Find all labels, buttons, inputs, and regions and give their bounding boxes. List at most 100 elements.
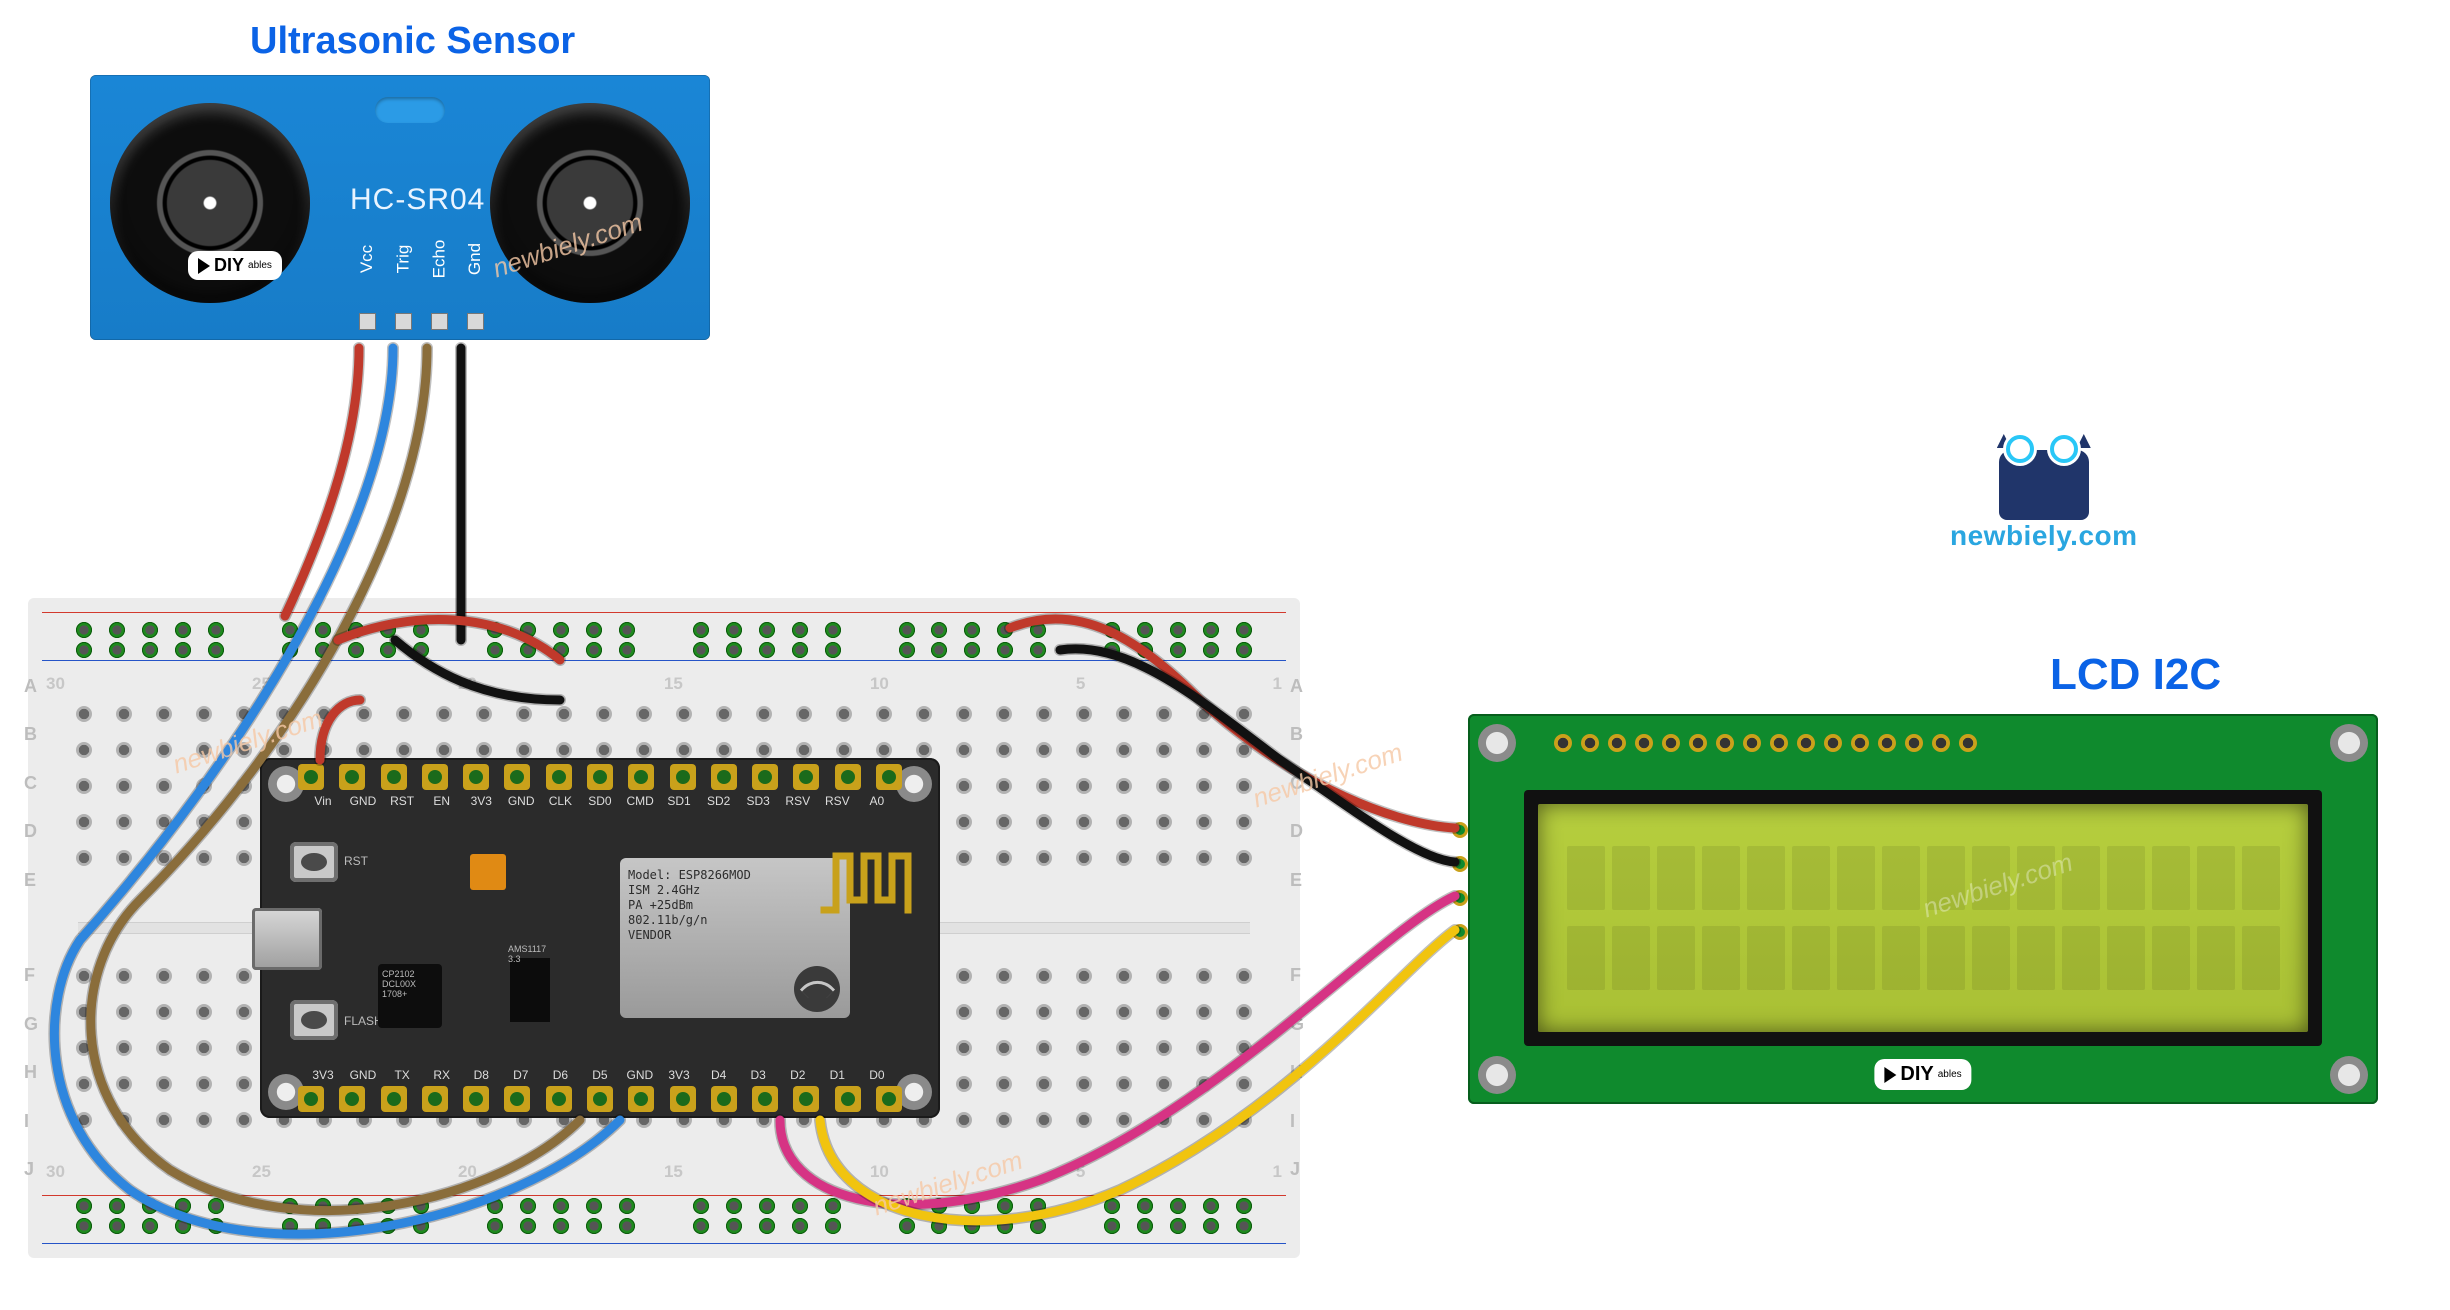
nodemcu-board: VinGNDRSTEN3V3GNDCLKSD0CMDSD1SD2SD3RSVRS… [260, 758, 940, 1118]
mcu-pin [463, 764, 489, 790]
pin-label: D4 [706, 1068, 732, 1082]
mcu-pin [835, 1086, 861, 1112]
cp2102-label: CP2102 DCL00X 1708+ [382, 970, 416, 1000]
mcu-pin [298, 764, 324, 790]
pin-label: RSV [785, 794, 811, 808]
mcu-pin [670, 1086, 696, 1112]
reg-label: AMS1117 3.3 [508, 944, 546, 964]
pin-label: 3V3 [468, 794, 494, 808]
mcu-pin [422, 1086, 448, 1112]
flash-button[interactable] [290, 1000, 338, 1040]
ultrasonic-title: Ultrasonic Sensor [250, 20, 575, 63]
mcu-pin [711, 1086, 737, 1112]
lcd-i2c-pads [1452, 822, 1468, 940]
rail-5v-bot [42, 1195, 1286, 1196]
mcu-pin [504, 764, 530, 790]
row-letters-left: ABCDE FGHIJ [24, 598, 38, 1258]
pin-label: GND [350, 794, 376, 808]
play-icon [198, 258, 210, 274]
pin-label: 3V3 [310, 1068, 336, 1082]
pin-label: 3V3 [666, 1068, 692, 1082]
rail-gnd-bot [42, 1243, 1286, 1244]
mcu-pin [339, 764, 365, 790]
mcu-pin [381, 1086, 407, 1112]
mcu-pin [381, 764, 407, 790]
diy-badge: DIY ables [188, 251, 282, 280]
mcu-pin [752, 1086, 778, 1112]
pin-label: GND [350, 1068, 376, 1082]
voltage-regulator [510, 958, 550, 1022]
watermark-logo: newbiely.com [1950, 430, 2138, 552]
mcu-pin [298, 1086, 324, 1112]
pin-trig: Trig [393, 245, 413, 274]
pin-label: SD3 [745, 794, 771, 808]
mcu-pin [835, 764, 861, 790]
pin-label: A0 [864, 794, 890, 808]
mcu-pin [752, 764, 778, 790]
mcu-pin [711, 764, 737, 790]
diy-sub: ables [248, 260, 272, 271]
mcu-pin [793, 764, 819, 790]
mcu-pin [504, 1086, 530, 1112]
ultrasonic-pins: Vcc Trig Echo Gnd [352, 267, 490, 330]
mcu-pin [876, 1086, 902, 1112]
mcu-pin [628, 764, 654, 790]
mcu-pin [422, 764, 448, 790]
pin-label: CMD [627, 794, 653, 808]
pin-label: GND [508, 794, 534, 808]
play-icon [1884, 1067, 1896, 1083]
pin-label: D8 [468, 1068, 494, 1082]
ultrasonic-sensor: DIY ables HC-SR04 Vcc Trig Echo Gnd [90, 75, 710, 340]
mcu-pin [587, 764, 613, 790]
rail-5v-top [42, 612, 1286, 613]
ultrasonic-model: HC-SR04 [350, 183, 485, 217]
lcd-glass [1538, 804, 2308, 1032]
shield-text: Model: ESP8266MOD ISM 2.4GHz PA +25dBm 8… [628, 868, 751, 943]
pin-label: SD1 [666, 794, 692, 808]
pin-label: RST [389, 794, 415, 808]
capacitor [470, 854, 506, 890]
lcd-frame [1524, 790, 2322, 1046]
watermark-text: newbiely.com [1950, 520, 2138, 551]
pin-label: Vin [310, 794, 336, 808]
pin-label: D0 [864, 1068, 890, 1082]
ultrasonic-tx: DIY ables [110, 103, 310, 303]
rst-label: RST [344, 854, 368, 868]
column-numbers-top: 302520151051 [28, 674, 1300, 694]
pin-label: GND [627, 1068, 653, 1082]
lcd-title: LCD I2C [2050, 650, 2221, 700]
pin-label: D6 [547, 1068, 573, 1082]
diy-badge: DIY ables [1874, 1059, 1971, 1090]
wifi-icon [794, 966, 840, 1012]
esp8266-shield: Model: ESP8266MOD ISM 2.4GHz PA +25dBm 8… [620, 858, 850, 1018]
diy-sub: ables [1938, 1069, 1962, 1080]
mcu-pin [546, 764, 572, 790]
sensor-crystal [375, 97, 445, 123]
column-numbers-bot: 302520151051 [28, 1162, 1300, 1182]
mcu-pin [628, 1086, 654, 1112]
mcu-pin [339, 1086, 365, 1112]
reset-button[interactable] [290, 842, 338, 882]
pin-label: SD2 [706, 794, 732, 808]
micro-usb-port [252, 908, 322, 970]
lcd-header-pins [1554, 734, 1977, 752]
mcu-pin [876, 764, 902, 790]
rail-gnd-top [42, 660, 1286, 661]
pin-label: D1 [824, 1068, 850, 1082]
pin-label: EN [429, 794, 455, 808]
row-letters-right: ABCDE FGHIJ [1290, 598, 1304, 1258]
pin-label: D2 [785, 1068, 811, 1082]
pin-label: D5 [587, 1068, 613, 1082]
mcu-pin [793, 1086, 819, 1112]
pin-vcc: Vcc [357, 245, 377, 273]
mcu-pin [463, 1086, 489, 1112]
flash-label: FLASH [344, 1014, 383, 1028]
pin-label: SD0 [587, 794, 613, 808]
pcb-antenna [818, 846, 914, 916]
owl-icon [1989, 430, 2099, 520]
pin-label: D7 [508, 1068, 534, 1082]
pin-label: RSV [824, 794, 850, 808]
pin-echo: Echo [429, 240, 449, 279]
mcu-pin [587, 1086, 613, 1112]
diy-brand: DIY [214, 255, 244, 276]
